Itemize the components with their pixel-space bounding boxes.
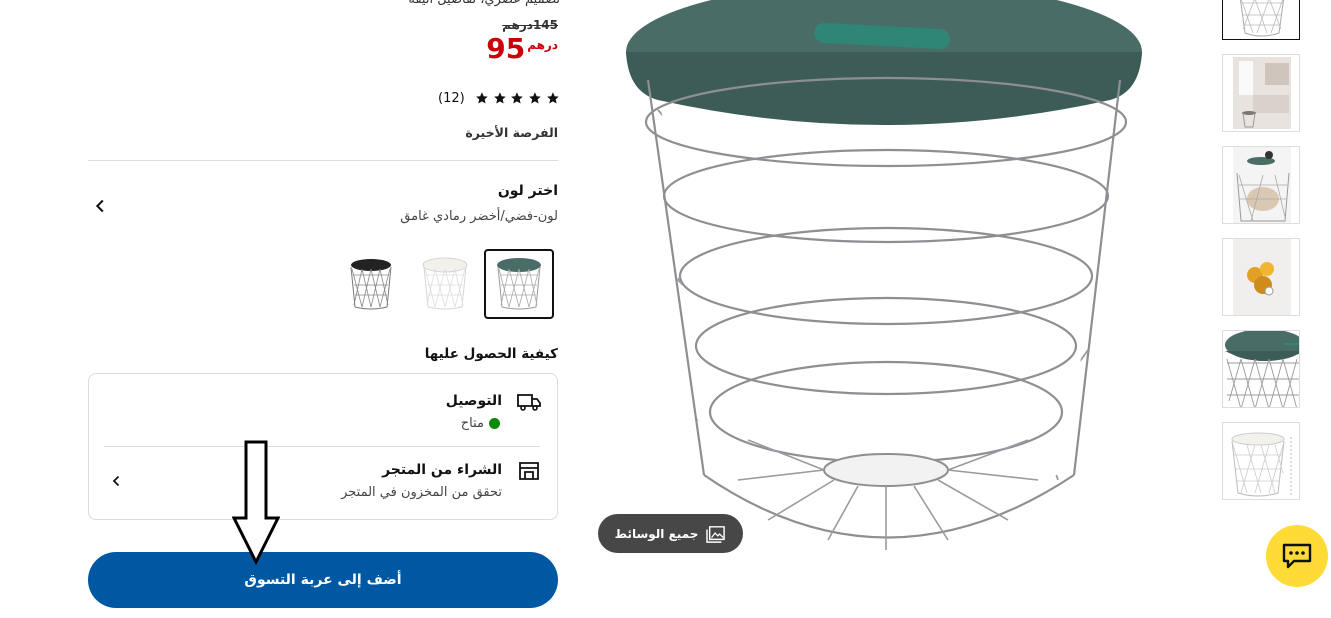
star-icon xyxy=(511,92,524,104)
thumb-detail-orange[interactable] xyxy=(1222,238,1300,316)
divider xyxy=(104,446,540,447)
all-media-label: جميع الوسائط xyxy=(614,526,699,541)
old-price: 145درهم xyxy=(502,18,558,32)
store-purchase-title: الشراء من المتجر xyxy=(382,462,502,478)
price-currency: درهم xyxy=(527,38,558,52)
delivery-title: التوصيل xyxy=(445,393,502,409)
truck-icon xyxy=(516,392,542,412)
current-price: 95 درهم xyxy=(460,32,558,68)
chat-icon xyxy=(1282,543,1312,569)
last-chance-label: الفرصة الأخيرة xyxy=(465,125,558,140)
color-swatch-selected[interactable] xyxy=(484,249,554,319)
selected-color-name: لون-فضي/أخضر رمادي غامق xyxy=(400,209,558,224)
down-arrow-annotation xyxy=(231,440,281,566)
thumb-lid-closeup[interactable] xyxy=(1222,330,1300,408)
thumb-with-contents[interactable] xyxy=(1222,146,1300,224)
thumb-white-dimensions[interactable] xyxy=(1222,422,1300,500)
chevron-left-icon[interactable] xyxy=(90,195,112,217)
store-icon xyxy=(518,461,540,481)
add-to-cart-button[interactable]: أضف إلى عربة التسوق xyxy=(88,552,558,608)
price-number: 95 xyxy=(486,32,526,65)
store-stock-check[interactable]: تحقق من المخزون في المتجر xyxy=(280,485,502,500)
delivery-status: متاح xyxy=(460,416,484,431)
chevron-left-icon[interactable] xyxy=(108,472,126,490)
status-dot xyxy=(489,418,500,429)
star-icon xyxy=(493,92,506,104)
color-swatch-black[interactable] xyxy=(336,249,406,319)
star-icon xyxy=(475,92,488,104)
rating[interactable]: (12) xyxy=(438,88,560,108)
thumb-product-top[interactable] xyxy=(1222,0,1300,40)
gallery-icon xyxy=(706,525,726,543)
product-description-cut: تصميم عصري، تفاصيل أنيقة xyxy=(230,0,560,8)
star-icon xyxy=(529,92,541,104)
chat-button[interactable] xyxy=(1266,525,1328,587)
color-heading: اختر لون xyxy=(497,183,558,199)
thumb-room-scene[interactable] xyxy=(1222,54,1300,132)
rating-count: (12) xyxy=(438,90,465,106)
product-main-image[interactable] xyxy=(618,0,1148,565)
star-icon xyxy=(547,92,559,104)
color-swatch-white[interactable] xyxy=(410,249,480,319)
divider xyxy=(88,160,558,161)
how-to-get-heading: كيفية الحصول عليها xyxy=(424,346,558,362)
all-media-button[interactable]: جميع الوسائط xyxy=(598,514,743,553)
